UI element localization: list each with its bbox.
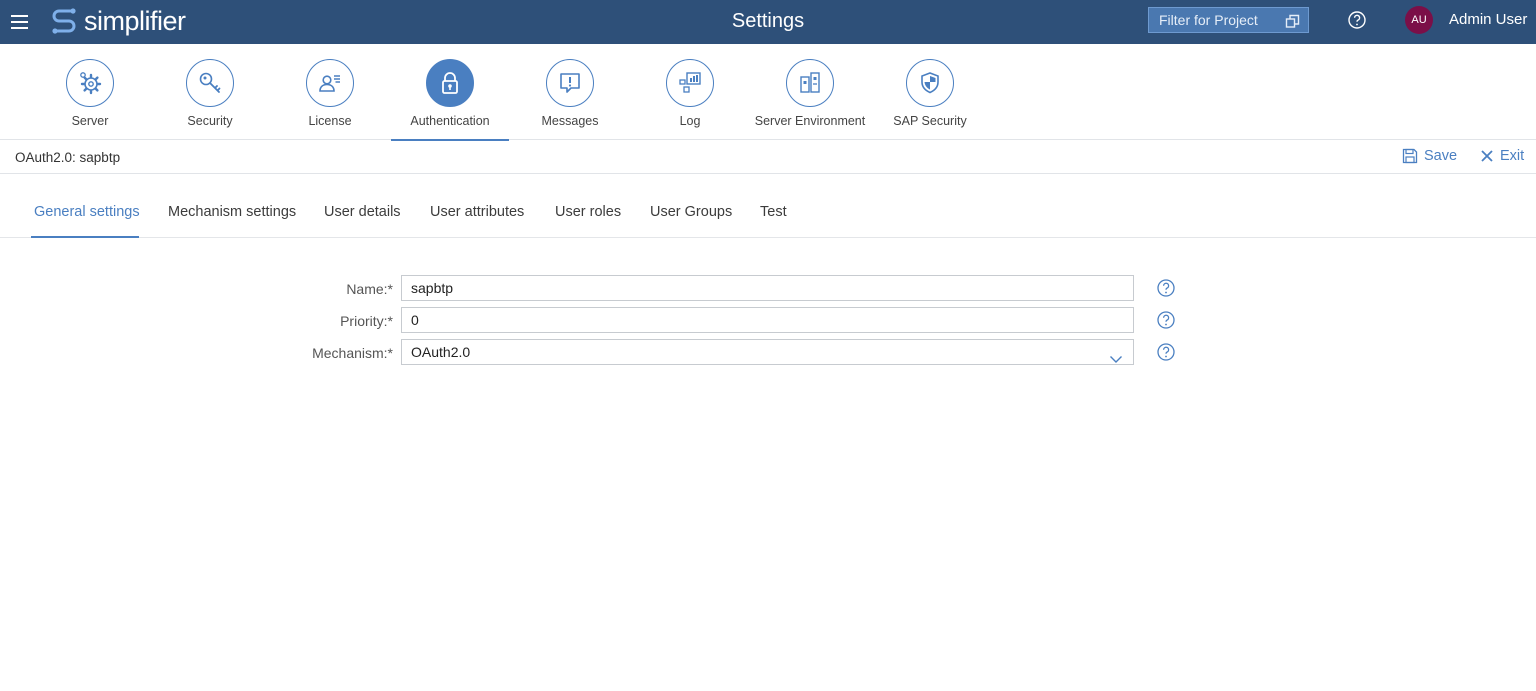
message-alert-icon (546, 59, 594, 107)
close-icon (1481, 150, 1493, 162)
mechanism-select[interactable]: OAuth2.0 (401, 339, 1134, 365)
settings-tabs: General settings Mechanism settings User… (0, 174, 1536, 238)
avatar[interactable]: AU (1405, 6, 1433, 34)
mechanism-help-icon[interactable] (1156, 342, 1176, 367)
category-label: Server Environment (754, 114, 866, 128)
tab-user-details[interactable]: User details (324, 204, 401, 220)
priority-help-icon[interactable] (1156, 310, 1176, 335)
category-label: Authentication (410, 114, 490, 128)
filter-label: Filter for Project (1159, 12, 1258, 28)
log-chart-icon (666, 59, 714, 107)
category-license[interactable]: License (271, 44, 389, 140)
name-input[interactable]: sapbtp (401, 275, 1134, 301)
top-bar: simplifier Settings Filter for Project A… (0, 0, 1536, 44)
category-messages[interactable]: Messages (511, 44, 629, 140)
form-row-mechanism: Mechanism:* OAuth2.0 (0, 339, 1536, 367)
priority-label: Priority:* (340, 313, 393, 329)
breadcrumb: OAuth2.0: sapbtp (15, 150, 121, 165)
chevron-down-icon (1109, 347, 1123, 371)
category-server[interactable]: Server (31, 44, 149, 140)
license-user-icon (306, 59, 354, 107)
category-label: Server (71, 114, 109, 128)
tab-user-roles[interactable]: User roles (555, 204, 621, 220)
tab-mechanism-settings[interactable]: Mechanism settings (168, 204, 296, 220)
category-server-environment[interactable]: Server Environment (751, 44, 869, 140)
category-label: SAP Security (893, 114, 967, 128)
app-logo[interactable]: simplifier (50, 5, 186, 37)
save-button[interactable]: Save (1402, 148, 1457, 164)
exit-label: Exit (1500, 148, 1525, 164)
server-environment-icon (786, 59, 834, 107)
tab-general-settings[interactable]: General settings (34, 204, 140, 220)
settings-category-nav: Server Security License Authentication M… (0, 44, 1536, 141)
detail-header: OAuth2.0: sapbtp Save Exit (0, 140, 1536, 174)
name-label: Name:* (346, 281, 393, 297)
save-label: Save (1424, 148, 1458, 164)
tab-user-groups[interactable]: User Groups (650, 204, 732, 220)
filter-for-project-button[interactable]: Filter for Project (1148, 7, 1309, 33)
gear-icon (66, 59, 114, 107)
active-tab-indicator (31, 236, 139, 238)
help-icon[interactable] (1347, 10, 1367, 35)
logo-text: simplifier (84, 5, 186, 36)
user-name[interactable]: Admin User (1449, 11, 1527, 28)
save-icon (1402, 148, 1418, 164)
mechanism-selected-value: OAuth2.0 (411, 344, 471, 360)
hamburger-menu-icon[interactable] (10, 12, 30, 32)
priority-input[interactable]: 0 (401, 307, 1134, 333)
name-help-icon[interactable] (1156, 278, 1176, 303)
category-security[interactable]: Security (151, 44, 269, 140)
category-sap-security[interactable]: SAP Security (871, 44, 989, 140)
category-label: Messages (541, 114, 599, 128)
open-window-icon (1285, 12, 1300, 36)
category-label: License (308, 114, 352, 128)
key-icon (186, 59, 234, 107)
lock-icon (426, 59, 474, 107)
category-log[interactable]: Log (631, 44, 749, 140)
shield-icon (906, 59, 954, 107)
category-authentication[interactable]: Authentication (391, 44, 509, 141)
tab-test[interactable]: Test (760, 204, 787, 220)
category-label: Log (679, 114, 701, 128)
form-row-priority: Priority:* 0 (0, 307, 1536, 335)
tab-user-attributes[interactable]: User attributes (430, 204, 524, 220)
simplifier-logo-icon (52, 8, 76, 34)
exit-button[interactable]: Exit (1480, 148, 1524, 164)
category-label: Security (187, 114, 233, 128)
mechanism-label: Mechanism:* (312, 345, 393, 361)
form-row-name: Name:* sapbtp (0, 275, 1536, 303)
